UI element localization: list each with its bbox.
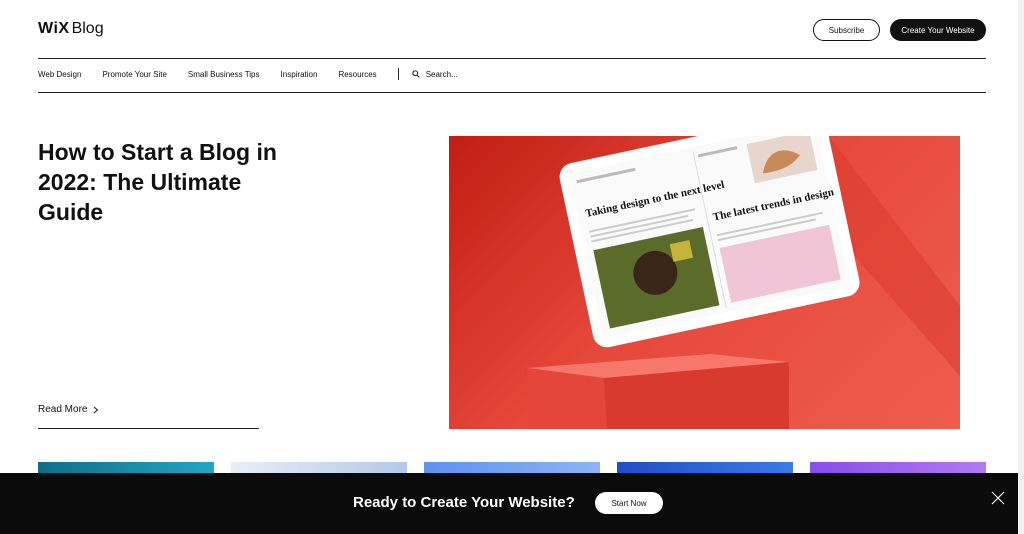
read-more-link[interactable]: Read More [38,404,99,415]
hero-image[interactable]: Taking design to the next level The late… [449,136,960,429]
read-more-underline [38,428,259,429]
page-scrollbar[interactable] [1018,0,1024,534]
nav-item-web-design[interactable]: Web Design [38,70,81,79]
header-divider [38,58,986,59]
nav-item-small-business-tips[interactable]: Small Business Tips [188,70,260,79]
category-nav: Web Design Promote Your Site Small Busin… [38,66,458,82]
nav-item-resources[interactable]: Resources [338,70,376,79]
create-website-button[interactable]: Create Your Website [890,19,986,41]
banner-text: Ready to Create Your Website? [353,494,575,511]
nav-separator [397,68,399,80]
close-icon[interactable] [991,491,1005,505]
logo-product: Blog [71,20,104,37]
page: WiX Blog Subscribe Create Your Website W… [0,0,1018,534]
nav-item-inspiration[interactable]: Inspiration [281,70,318,79]
search-icon [412,70,420,78]
nav-divider [38,92,986,93]
hero-title[interactable]: How to Start a Blog in 2022: The Ultimat… [38,137,278,227]
search-input[interactable]: Search... [412,70,458,79]
read-more-label: Read More [38,404,88,415]
nav-item-promote-your-site[interactable]: Promote Your Site [102,70,166,79]
chevron-right-icon [94,406,99,413]
tablet-illustration: Taking design to the next level The late… [527,136,960,429]
wix-blog-logo[interactable]: WiX Blog [38,20,104,38]
start-now-button[interactable]: Start Now [595,492,663,514]
subscribe-button[interactable]: Subscribe [813,19,880,41]
logo-brand: WiX [38,20,70,37]
search-placeholder: Search... [425,69,458,79]
